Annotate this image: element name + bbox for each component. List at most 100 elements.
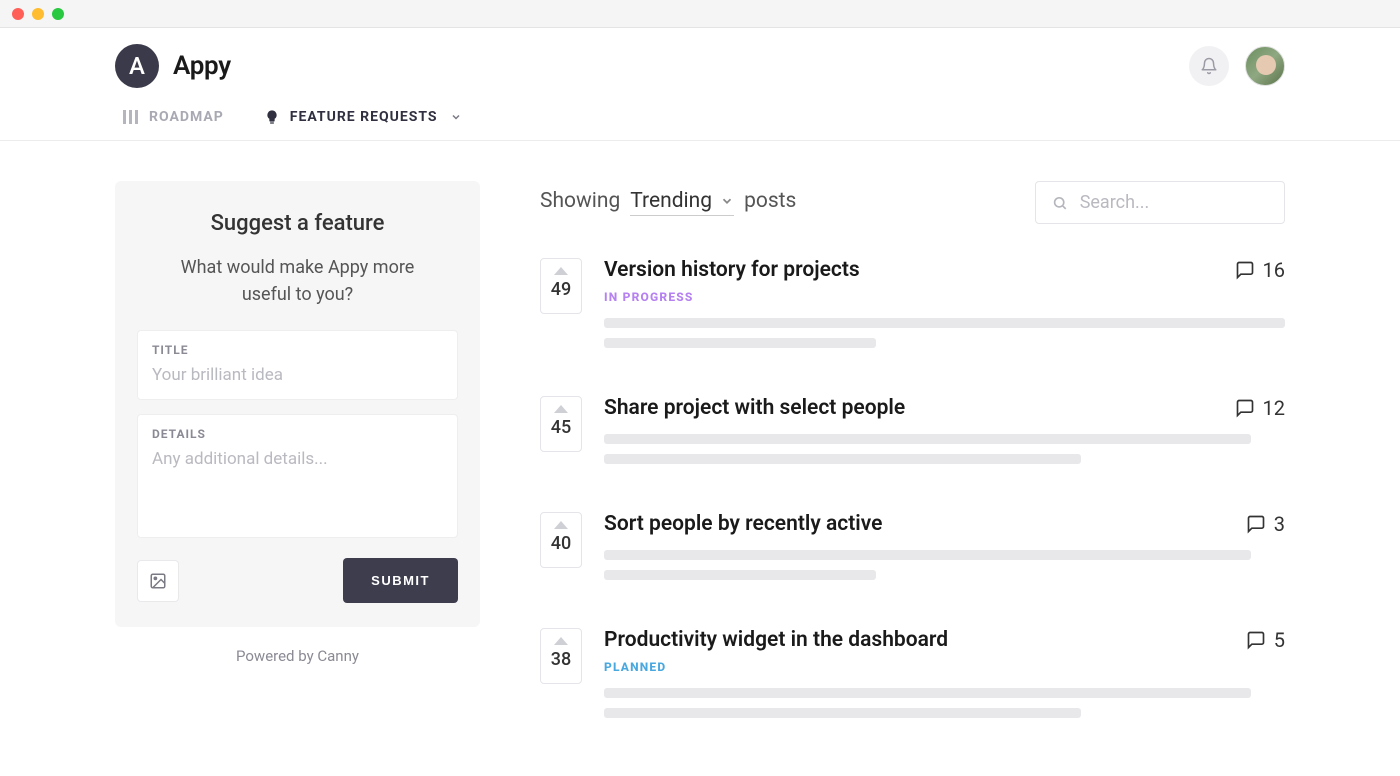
post-body: Productivity widget in the dashboard 5 PLA… xyxy=(604,628,1285,728)
vote-button[interactable]: 38 xyxy=(540,628,582,684)
details-input[interactable] xyxy=(152,449,443,519)
placeholder-line xyxy=(604,550,1251,560)
sort-toggle[interactable]: Trending xyxy=(630,189,734,216)
chevron-down-icon xyxy=(720,194,734,208)
comments-count: 3 xyxy=(1274,512,1285,536)
placeholder-line xyxy=(604,318,1285,328)
showing-prefix: Showing xyxy=(540,189,620,213)
post-title[interactable]: Productivity widget in the dashboard xyxy=(604,628,948,652)
search-icon xyxy=(1052,194,1068,212)
notifications-button[interactable] xyxy=(1189,46,1229,86)
search-box[interactable] xyxy=(1035,181,1285,224)
content: Suggest a feature What would make Appy m… xyxy=(0,141,1400,766)
lightbulb-icon xyxy=(264,108,280,126)
nav-roadmap-label: ROADMAP xyxy=(149,109,224,125)
comments-link[interactable]: 12 xyxy=(1235,396,1285,420)
title-field-wrapper: TITLE xyxy=(137,330,458,400)
placeholder-line xyxy=(604,434,1251,444)
placeholder-line xyxy=(604,454,1081,464)
suggest-feature-card: Suggest a feature What would make Appy m… xyxy=(115,181,480,627)
post-status: PLANNED xyxy=(604,660,1285,674)
upvote-arrow-icon xyxy=(554,637,568,645)
brand-logo: A xyxy=(115,44,159,88)
vote-count: 38 xyxy=(551,649,571,670)
comments-count: 16 xyxy=(1263,258,1285,282)
post-top-row: Share project with select people 12 xyxy=(604,396,1285,420)
title-field-label: TITLE xyxy=(152,343,443,357)
placeholder-line xyxy=(604,708,1081,718)
post-excerpt-placeholder xyxy=(604,318,1285,348)
window-minimize-dot[interactable] xyxy=(32,8,44,20)
window-close-dot[interactable] xyxy=(12,8,24,20)
powered-by[interactable]: Powered by Canny xyxy=(115,647,480,665)
left-column: Suggest a feature What would make Appy m… xyxy=(115,181,480,766)
vote-button[interactable]: 49 xyxy=(540,258,582,314)
post-top-row: Version history for projects 16 xyxy=(604,258,1285,282)
image-icon xyxy=(148,572,168,590)
window-chrome xyxy=(0,0,1400,28)
post-body: Share project with select people 12 xyxy=(604,396,1285,474)
submit-button[interactable]: SUBMIT xyxy=(343,558,458,603)
placeholder-line xyxy=(604,338,876,348)
brand-name: Appy xyxy=(173,51,231,81)
vote-count: 40 xyxy=(551,533,571,554)
nav-feature-requests[interactable]: FEATURE REQUESTS xyxy=(264,108,462,126)
comments-count: 12 xyxy=(1263,396,1285,420)
upvote-arrow-icon xyxy=(554,267,568,275)
vote-button[interactable]: 40 xyxy=(540,512,582,568)
header-actions xyxy=(1189,46,1285,86)
post-body: Version history for projects 16 IN PROGRES… xyxy=(604,258,1285,358)
roadmap-icon xyxy=(123,110,139,124)
upvote-arrow-icon xyxy=(554,521,568,529)
bell-icon xyxy=(1200,57,1218,75)
comments-link[interactable]: 5 xyxy=(1246,628,1285,652)
vote-button[interactable]: 45 xyxy=(540,396,582,452)
comment-icon xyxy=(1246,514,1266,534)
post-top-row: Sort people by recently active 3 xyxy=(604,512,1285,536)
upvote-arrow-icon xyxy=(554,405,568,413)
search-input[interactable] xyxy=(1080,192,1268,213)
comments-link[interactable]: 16 xyxy=(1235,258,1285,282)
sort-label: Trending xyxy=(630,189,712,213)
feed-list: 49 Version history for projects 16 IN PROGR… xyxy=(540,258,1285,728)
brand[interactable]: A Appy xyxy=(115,44,231,88)
placeholder-line xyxy=(604,688,1251,698)
form-actions: SUBMIT xyxy=(137,558,458,603)
showing-label: Showing Trending posts xyxy=(540,189,796,216)
post-title[interactable]: Sort people by recently active xyxy=(604,512,882,536)
suggest-subheading: What would make Appy more useful to you? xyxy=(173,254,423,308)
post-item: 38Productivity widget in the dashboard5P… xyxy=(540,628,1285,728)
details-field-wrapper: DETAILS xyxy=(137,414,458,538)
vote-count: 45 xyxy=(551,417,571,438)
comment-icon xyxy=(1235,398,1255,418)
chevron-down-icon xyxy=(450,111,462,123)
showing-suffix: posts xyxy=(744,189,796,213)
post-title[interactable]: Share project with select people xyxy=(604,396,905,420)
vote-count: 49 xyxy=(551,279,571,300)
post-item: 45 Share project with select people 12 xyxy=(540,396,1285,474)
post-status: IN PROGRESS xyxy=(604,290,1285,304)
main-nav: ROADMAP FEATURE REQUESTS xyxy=(0,98,1400,141)
details-field-label: DETAILS xyxy=(152,427,443,441)
user-avatar[interactable] xyxy=(1245,46,1285,86)
post-excerpt-placeholder xyxy=(604,434,1285,464)
post-title[interactable]: Version history for projects xyxy=(604,258,860,282)
comments-count: 5 xyxy=(1274,628,1285,652)
post-body: Sort people by recently active 3 xyxy=(604,512,1285,590)
window-zoom-dot[interactable] xyxy=(52,8,64,20)
comment-icon xyxy=(1246,630,1266,650)
placeholder-line xyxy=(604,570,876,580)
comments-link[interactable]: 3 xyxy=(1246,512,1285,536)
title-input[interactable] xyxy=(152,365,443,385)
post-top-row: Productivity widget in the dashboard 5 xyxy=(604,628,1285,652)
post-item: 40 Sort people by recently active 3 xyxy=(540,512,1285,590)
attach-image-button[interactable] xyxy=(137,560,179,602)
feed-header: Showing Trending posts xyxy=(540,181,1285,224)
comment-icon xyxy=(1235,260,1255,280)
post-excerpt-placeholder xyxy=(604,550,1285,580)
nav-roadmap[interactable]: ROADMAP xyxy=(123,109,224,125)
feed-column: Showing Trending posts 49 Version history… xyxy=(540,181,1285,766)
header: A Appy xyxy=(0,28,1400,98)
nav-feature-requests-label: FEATURE REQUESTS xyxy=(290,109,438,125)
post-excerpt-placeholder xyxy=(604,688,1285,718)
